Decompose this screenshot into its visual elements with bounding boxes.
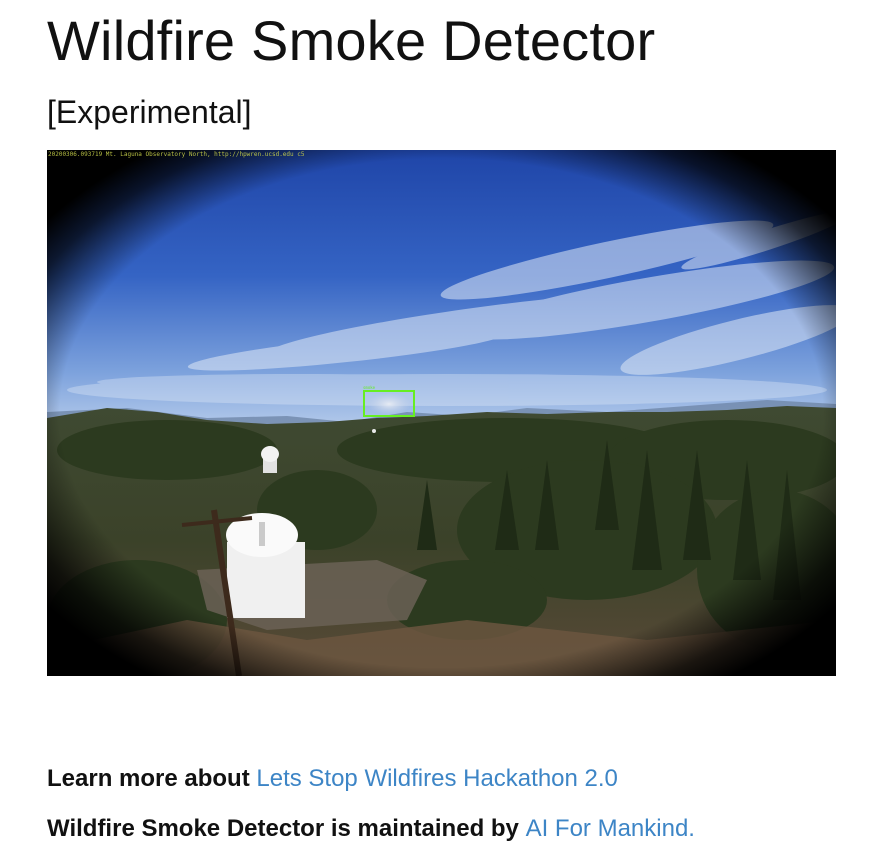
maintained-text: Wildfire Smoke Detector is maintained by — [47, 815, 526, 842]
camera-image: 20200306.093719 Mt. Laguna Observatory N… — [47, 150, 836, 676]
ai-for-mankind-link[interactable]: AI For Mankind. — [526, 815, 695, 842]
lens-vignette — [47, 150, 836, 676]
camera-scene — [47, 150, 836, 676]
page: Wildfire Smoke Detector [Experimental] 2… — [0, 0, 888, 854]
camera-overlay-caption: 20200306.093719 Mt. Laguna Observatory N… — [48, 151, 305, 158]
learn-more-line: Learn more about Lets Stop Wildfires Hac… — [47, 764, 618, 794]
hackathon-link[interactable]: Lets Stop Wildfires Hackathon 2.0 — [256, 765, 618, 792]
learn-more-text: Learn more about — [47, 765, 257, 792]
page-subtitle: [Experimental] — [47, 94, 252, 130]
page-title: Wildfire Smoke Detector — [47, 9, 656, 72]
maintained-line: Wildfire Smoke Detector is maintained by… — [47, 814, 695, 844]
smoke-detection-box — [363, 390, 415, 417]
